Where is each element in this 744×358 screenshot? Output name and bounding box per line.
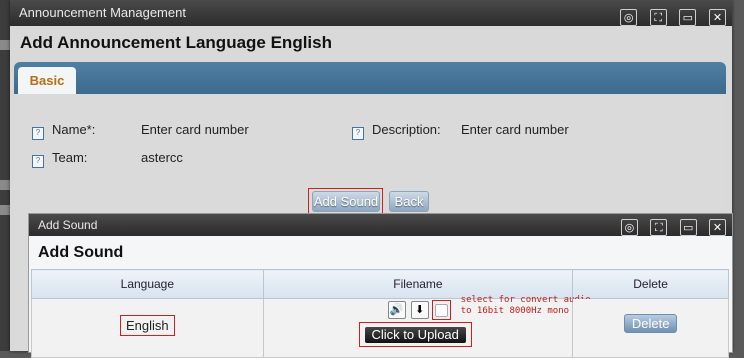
window-controls: ◎ ⛶ ▭ ✕: [612, 216, 726, 238]
field-info-icon: ?: [32, 155, 44, 168]
back-button[interactable]: Back: [389, 191, 429, 212]
dialog-title: Announcement Management: [19, 5, 186, 20]
team-field-label: ? Team:: [32, 150, 87, 168]
tab-bar: Basic: [14, 62, 726, 94]
add-sound-title: Add Sound: [38, 218, 98, 232]
add-sound-dialog: Add Sound ◎ ⛶ ▭ ✕ Add Sound Language Fil…: [28, 213, 733, 358]
close-icon[interactable]: ✕: [709, 9, 726, 26]
speaker-icon[interactable]: 🔊: [387, 301, 406, 319]
column-header-delete: Delete: [572, 269, 729, 299]
name-field-value[interactable]: Enter card number: [141, 122, 249, 137]
restore-icon[interactable]: ◎: [620, 9, 638, 26]
filename-cell: 🔊 ⬇ select for convert audio to 16bit 80…: [262, 295, 629, 358]
language-value: English: [120, 315, 175, 336]
tab-basic[interactable]: Basic: [18, 67, 76, 94]
click-to-upload-button[interactable]: Click to Upload: [364, 327, 466, 343]
team-field-value[interactable]: astercc: [141, 150, 183, 165]
minimize-icon[interactable]: ▭: [679, 9, 697, 26]
description-field-label: ? Description:: [352, 122, 441, 140]
dialog-titlebar[interactable]: Announcement Management ◎ ⛶ ▭ ✕: [10, 0, 732, 26]
field-info-icon: ?: [352, 127, 364, 140]
maximize-icon[interactable]: ⛶: [650, 219, 668, 236]
maximize-icon[interactable]: ⛶: [649, 9, 667, 26]
add-sound-button[interactable]: Add Sound: [312, 191, 380, 212]
sound-table: Language Filename Delete English 🔊 ⬇ sel…: [31, 269, 729, 358]
page-title: Add Announcement Language English: [20, 33, 332, 52]
download-icon[interactable]: ⬇: [410, 301, 429, 319]
field-info-icon: ?: [32, 127, 44, 140]
minimize-icon[interactable]: ▭: [679, 219, 697, 236]
close-icon[interactable]: ✕: [709, 219, 726, 236]
language-cell: English: [31, 298, 264, 358]
window-controls: ◎ ⛶ ▭ ✕: [611, 4, 726, 30]
convert-audio-checkbox[interactable]: [434, 304, 448, 317]
table-header-row: Language Filename Delete: [31, 269, 729, 299]
table-row: English 🔊 ⬇ select for convert audio to …: [31, 295, 729, 358]
description-field-value[interactable]: Enter card number: [461, 122, 569, 137]
add-sound-heading: Add Sound: [38, 244, 124, 261]
add-sound-titlebar[interactable]: Add Sound ◎ ⛶ ▭ ✕: [29, 214, 732, 236]
restore-icon[interactable]: ◎: [620, 219, 638, 236]
convert-note-line1: select for convert audio: [460, 295, 591, 305]
name-field-label: ? Name*:: [32, 122, 95, 140]
delete-button[interactable]: Delete: [624, 314, 678, 333]
column-header-language: Language: [31, 269, 264, 299]
delete-cell: Delete: [572, 298, 729, 358]
